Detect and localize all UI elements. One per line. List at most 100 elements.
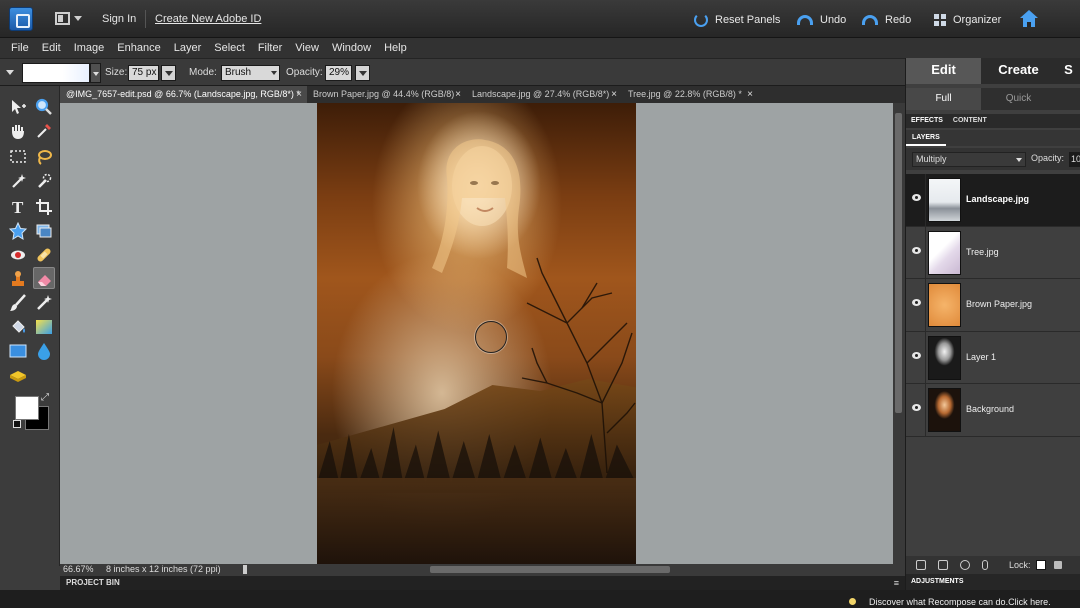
organizer-button[interactable]: Organizer	[934, 10, 1001, 30]
menu-help[interactable]: Help	[384, 42, 407, 54]
lasso-tool[interactable]	[33, 146, 55, 168]
straighten-tool[interactable]	[33, 220, 55, 242]
tab-share[interactable]: S	[1056, 58, 1080, 84]
status-menu-arrow-icon[interactable]	[243, 565, 251, 574]
panel-menu-icon[interactable]: ≡	[894, 576, 899, 590]
menu-view[interactable]: View	[295, 42, 319, 54]
project-bin-header[interactable]: PROJECT BIN ≡	[60, 576, 905, 590]
hand-tool[interactable]	[7, 120, 29, 142]
marquee-tool[interactable]	[7, 146, 29, 168]
undo-button[interactable]: Undo	[797, 10, 846, 30]
magic-wand-tool[interactable]	[7, 170, 29, 192]
foreground-color-swatch[interactable]	[15, 396, 39, 420]
canvas-workspace[interactable]	[60, 103, 893, 564]
app-logo-icon[interactable]	[9, 7, 33, 31]
zoom-level[interactable]: 66.67%	[63, 564, 94, 574]
adjustment-layer-icon[interactable]	[960, 560, 970, 570]
reset-panels-button[interactable]: Reset Panels	[694, 10, 780, 30]
menu-file[interactable]: File	[11, 42, 29, 54]
smart-brush-tool[interactable]	[33, 292, 55, 314]
brush-tool[interactable]	[7, 292, 29, 314]
layer-row-tree[interactable]: Tree.jpg	[906, 226, 1080, 279]
menu-edit[interactable]: Edit	[42, 42, 61, 54]
clone-stamp-tool[interactable]	[7, 268, 29, 290]
zoom-tool[interactable]	[33, 96, 55, 118]
menu-enhance[interactable]: Enhance	[117, 42, 160, 54]
crop-tool[interactable]	[33, 196, 55, 218]
layer-row-layer1[interactable]: Layer 1	[906, 331, 1080, 384]
mode-select[interactable]: Brush	[221, 65, 280, 81]
eye-icon	[912, 299, 921, 306]
move-tool[interactable]	[7, 96, 29, 118]
sign-in-link[interactable]: Sign In	[102, 13, 136, 25]
close-icon[interactable]: ×	[611, 86, 617, 103]
smart-brush-icon	[37, 295, 52, 310]
screen-layout-button[interactable]	[55, 12, 82, 26]
create-adobe-id-link[interactable]: Create New Adobe ID	[155, 13, 261, 25]
eyedropper-tool[interactable]	[33, 120, 55, 142]
tab-quick[interactable]: Quick	[981, 88, 1056, 110]
new-group-icon[interactable]	[938, 560, 948, 570]
visibility-toggle[interactable]	[906, 331, 926, 384]
doc-tab-landscape[interactable]: Landscape.jpg @ 27.4% (RGB/8*) ×	[466, 86, 622, 103]
menu-layer[interactable]: Layer	[174, 42, 202, 54]
tab-effects[interactable]: EFFECTS	[906, 114, 948, 128]
paint-bucket-tool[interactable]	[7, 316, 29, 338]
visibility-toggle[interactable]	[906, 279, 926, 331]
swap-colors-icon[interactable]: ⤢	[41, 392, 49, 403]
tab-create[interactable]: Create	[981, 58, 1056, 84]
brush-preset-preview[interactable]	[22, 63, 90, 83]
layer-opacity-field[interactable]: 10	[1069, 152, 1080, 167]
close-icon[interactable]: ×	[455, 86, 461, 103]
link-icon[interactable]	[982, 560, 988, 570]
eraser-tool[interactable]	[33, 267, 55, 289]
home-icon[interactable]	[1020, 10, 1038, 28]
type-tool[interactable]: T	[7, 196, 29, 218]
opacity-field[interactable]: 29%	[325, 65, 352, 81]
quick-selection-tool[interactable]	[33, 170, 55, 192]
tab-full[interactable]: Full	[906, 88, 981, 110]
layer-row-background[interactable]: Background	[906, 384, 1080, 437]
red-eye-tool[interactable]	[7, 244, 29, 266]
doc-tab-brown-paper[interactable]: Brown Paper.jpg @ 44.4% (RGB/8) ×	[307, 86, 466, 103]
tool-preset-dropdown-icon[interactable]	[6, 70, 14, 75]
vertical-scroll-thumb[interactable]	[895, 113, 902, 413]
horizontal-scroll-thumb[interactable]	[430, 566, 670, 573]
vertical-scrollbar[interactable]	[893, 103, 905, 564]
lock-icon[interactable]	[1054, 561, 1062, 569]
layer-row-landscape[interactable]: Landscape.jpg	[906, 174, 1080, 227]
layers-panel-title[interactable]: LAYERS	[906, 130, 1080, 146]
brush-preset-dropdown[interactable]	[90, 63, 101, 83]
visibility-toggle[interactable]	[906, 226, 926, 279]
new-layer-icon[interactable]	[916, 560, 926, 570]
size-field[interactable]: 75 px	[128, 65, 159, 81]
close-icon[interactable]: ×	[747, 86, 753, 103]
opacity-slider-dropdown[interactable]	[355, 65, 370, 81]
menu-image[interactable]: Image	[74, 42, 105, 54]
close-icon[interactable]: ×	[296, 86, 302, 103]
tab-content[interactable]: CONTENT	[948, 114, 992, 128]
healing-brush-tool[interactable]	[33, 244, 55, 266]
size-slider-dropdown[interactable]	[161, 65, 176, 81]
tab-edit[interactable]: Edit	[906, 58, 981, 84]
visibility-toggle[interactable]	[906, 384, 926, 436]
menu-select[interactable]: Select	[214, 42, 245, 54]
blur-tool[interactable]	[33, 340, 55, 362]
blend-mode-select[interactable]: Multiply	[912, 152, 1026, 167]
menu-window[interactable]: Window	[332, 42, 371, 54]
lock-transparent-pixels-checkbox[interactable]	[1036, 560, 1046, 570]
doc-tab-tree[interactable]: Tree.jpg @ 22.8% (RGB/8) * ×	[622, 86, 758, 103]
default-colors-icon[interactable]	[13, 420, 21, 428]
sponge-tool[interactable]	[7, 364, 29, 386]
visibility-toggle[interactable]	[906, 174, 926, 226]
recompose-hint-link[interactable]: Discover what Recompose can do.Click her…	[869, 597, 1051, 607]
rectangle-shape-icon	[9, 344, 27, 358]
doc-tab-img7657[interactable]: @IMG_7657-edit.psd @ 66.7% (Landscape.jp…	[60, 86, 307, 103]
layer-row-brown-paper[interactable]: Brown Paper.jpg	[906, 279, 1080, 332]
cookie-cutter-tool[interactable]	[7, 220, 29, 242]
redo-button[interactable]: Redo	[862, 10, 911, 30]
adjustments-panel-title[interactable]: ADJUSTMENTS	[906, 574, 1080, 590]
gradient-tool[interactable]	[33, 316, 55, 338]
menu-filter[interactable]: Filter	[258, 42, 282, 54]
shape-tool[interactable]	[7, 340, 29, 362]
